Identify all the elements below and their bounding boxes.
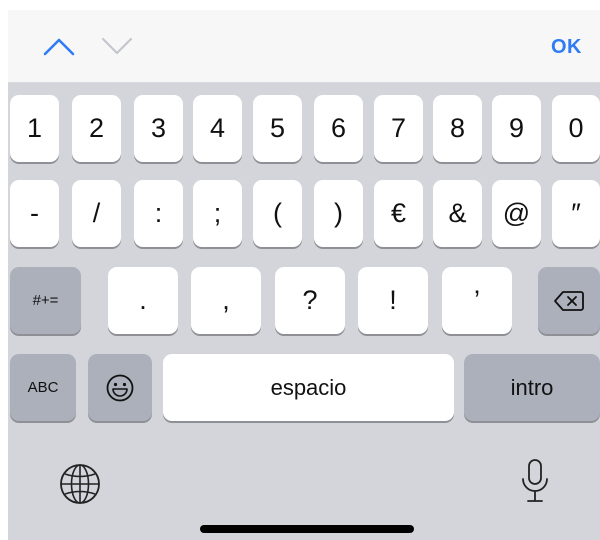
key-label: 6 xyxy=(330,113,347,143)
microphone-icon[interactable] xyxy=(518,457,552,507)
key-slash[interactable]: / xyxy=(72,180,121,247)
key-at[interactable]: @ xyxy=(492,180,541,247)
key-1[interactable]: 1 xyxy=(10,95,59,162)
key-label: 1 xyxy=(26,113,43,143)
key-label: ! xyxy=(389,285,397,315)
key-label: 4 xyxy=(209,113,226,143)
key-9[interactable]: 9 xyxy=(492,95,541,162)
key-hyphen[interactable]: - xyxy=(10,180,59,247)
key-label: ) xyxy=(334,198,343,228)
key-question[interactable]: ? xyxy=(275,267,345,334)
return-key[interactable]: intro xyxy=(464,354,600,421)
key-6[interactable]: 6 xyxy=(314,95,363,162)
key-label: ( xyxy=(273,198,282,228)
key-period[interactable]: . xyxy=(108,267,178,334)
key-open-paren[interactable]: ( xyxy=(253,180,302,247)
key-ampersand[interactable]: & xyxy=(433,180,482,247)
key-label: 5 xyxy=(269,113,286,143)
keyboard-accessory-bar: OK xyxy=(8,10,600,83)
key-7[interactable]: 7 xyxy=(374,95,423,162)
key-close-paren[interactable]: ) xyxy=(314,180,363,247)
key-semicolon[interactable]: ; xyxy=(193,180,242,247)
key-label: intro xyxy=(510,374,554,400)
key-3[interactable]: 3 xyxy=(134,95,183,162)
key-label: 2 xyxy=(88,113,105,143)
key-euro[interactable]: € xyxy=(374,180,423,247)
key-label: 3 xyxy=(150,113,167,143)
key-apostrophe[interactable]: ’ xyxy=(442,267,512,334)
key-label: ’ xyxy=(474,285,480,315)
chevron-up-icon[interactable] xyxy=(42,34,76,58)
key-label: 7 xyxy=(390,113,407,143)
key-0[interactable]: 0 xyxy=(552,95,600,162)
key-label: ″ xyxy=(571,198,581,228)
key-label: : xyxy=(154,198,163,228)
globe-icon[interactable] xyxy=(58,462,102,506)
key-label: & xyxy=(448,198,467,228)
chevron-down-icon[interactable] xyxy=(100,34,134,58)
key-4[interactable]: 4 xyxy=(193,95,242,162)
space-key[interactable]: espacio xyxy=(163,354,454,421)
emoji-key[interactable] xyxy=(88,354,152,421)
emoji-icon xyxy=(106,374,134,401)
key-label: #+= xyxy=(32,292,59,309)
abc-key[interactable]: ABC xyxy=(10,354,76,421)
key-label: . xyxy=(139,285,147,315)
key-double-quote[interactable]: ″ xyxy=(552,180,600,247)
keyboard: 1 2 3 4 5 6 7 8 9 0 - / : ; ( ) € & @ ″ … xyxy=(8,83,600,540)
key-label: € xyxy=(390,198,407,228)
key-label: ; xyxy=(213,198,222,228)
key-label: , xyxy=(222,285,230,315)
key-8[interactable]: 8 xyxy=(433,95,482,162)
symbols-shift-key[interactable]: #+= xyxy=(10,267,81,334)
key-label: 0 xyxy=(568,113,584,143)
key-comma[interactable]: , xyxy=(191,267,261,334)
key-label: ABC xyxy=(27,379,59,396)
ok-button[interactable]: OK xyxy=(551,36,582,59)
key-label: espacio xyxy=(270,374,347,400)
home-indicator xyxy=(200,525,414,533)
key-2[interactable]: 2 xyxy=(72,95,121,162)
key-label: 8 xyxy=(449,113,466,143)
key-exclamation[interactable]: ! xyxy=(358,267,428,334)
key-label: ? xyxy=(302,285,318,315)
key-label: @ xyxy=(502,198,531,228)
key-5[interactable]: 5 xyxy=(253,95,302,162)
key-label: - xyxy=(30,198,39,228)
top-strip xyxy=(0,0,600,10)
key-colon[interactable]: : xyxy=(134,180,183,247)
key-label: 9 xyxy=(508,113,525,143)
delete-key[interactable] xyxy=(538,267,600,334)
backspace-icon xyxy=(554,290,584,311)
key-label: / xyxy=(92,198,101,228)
